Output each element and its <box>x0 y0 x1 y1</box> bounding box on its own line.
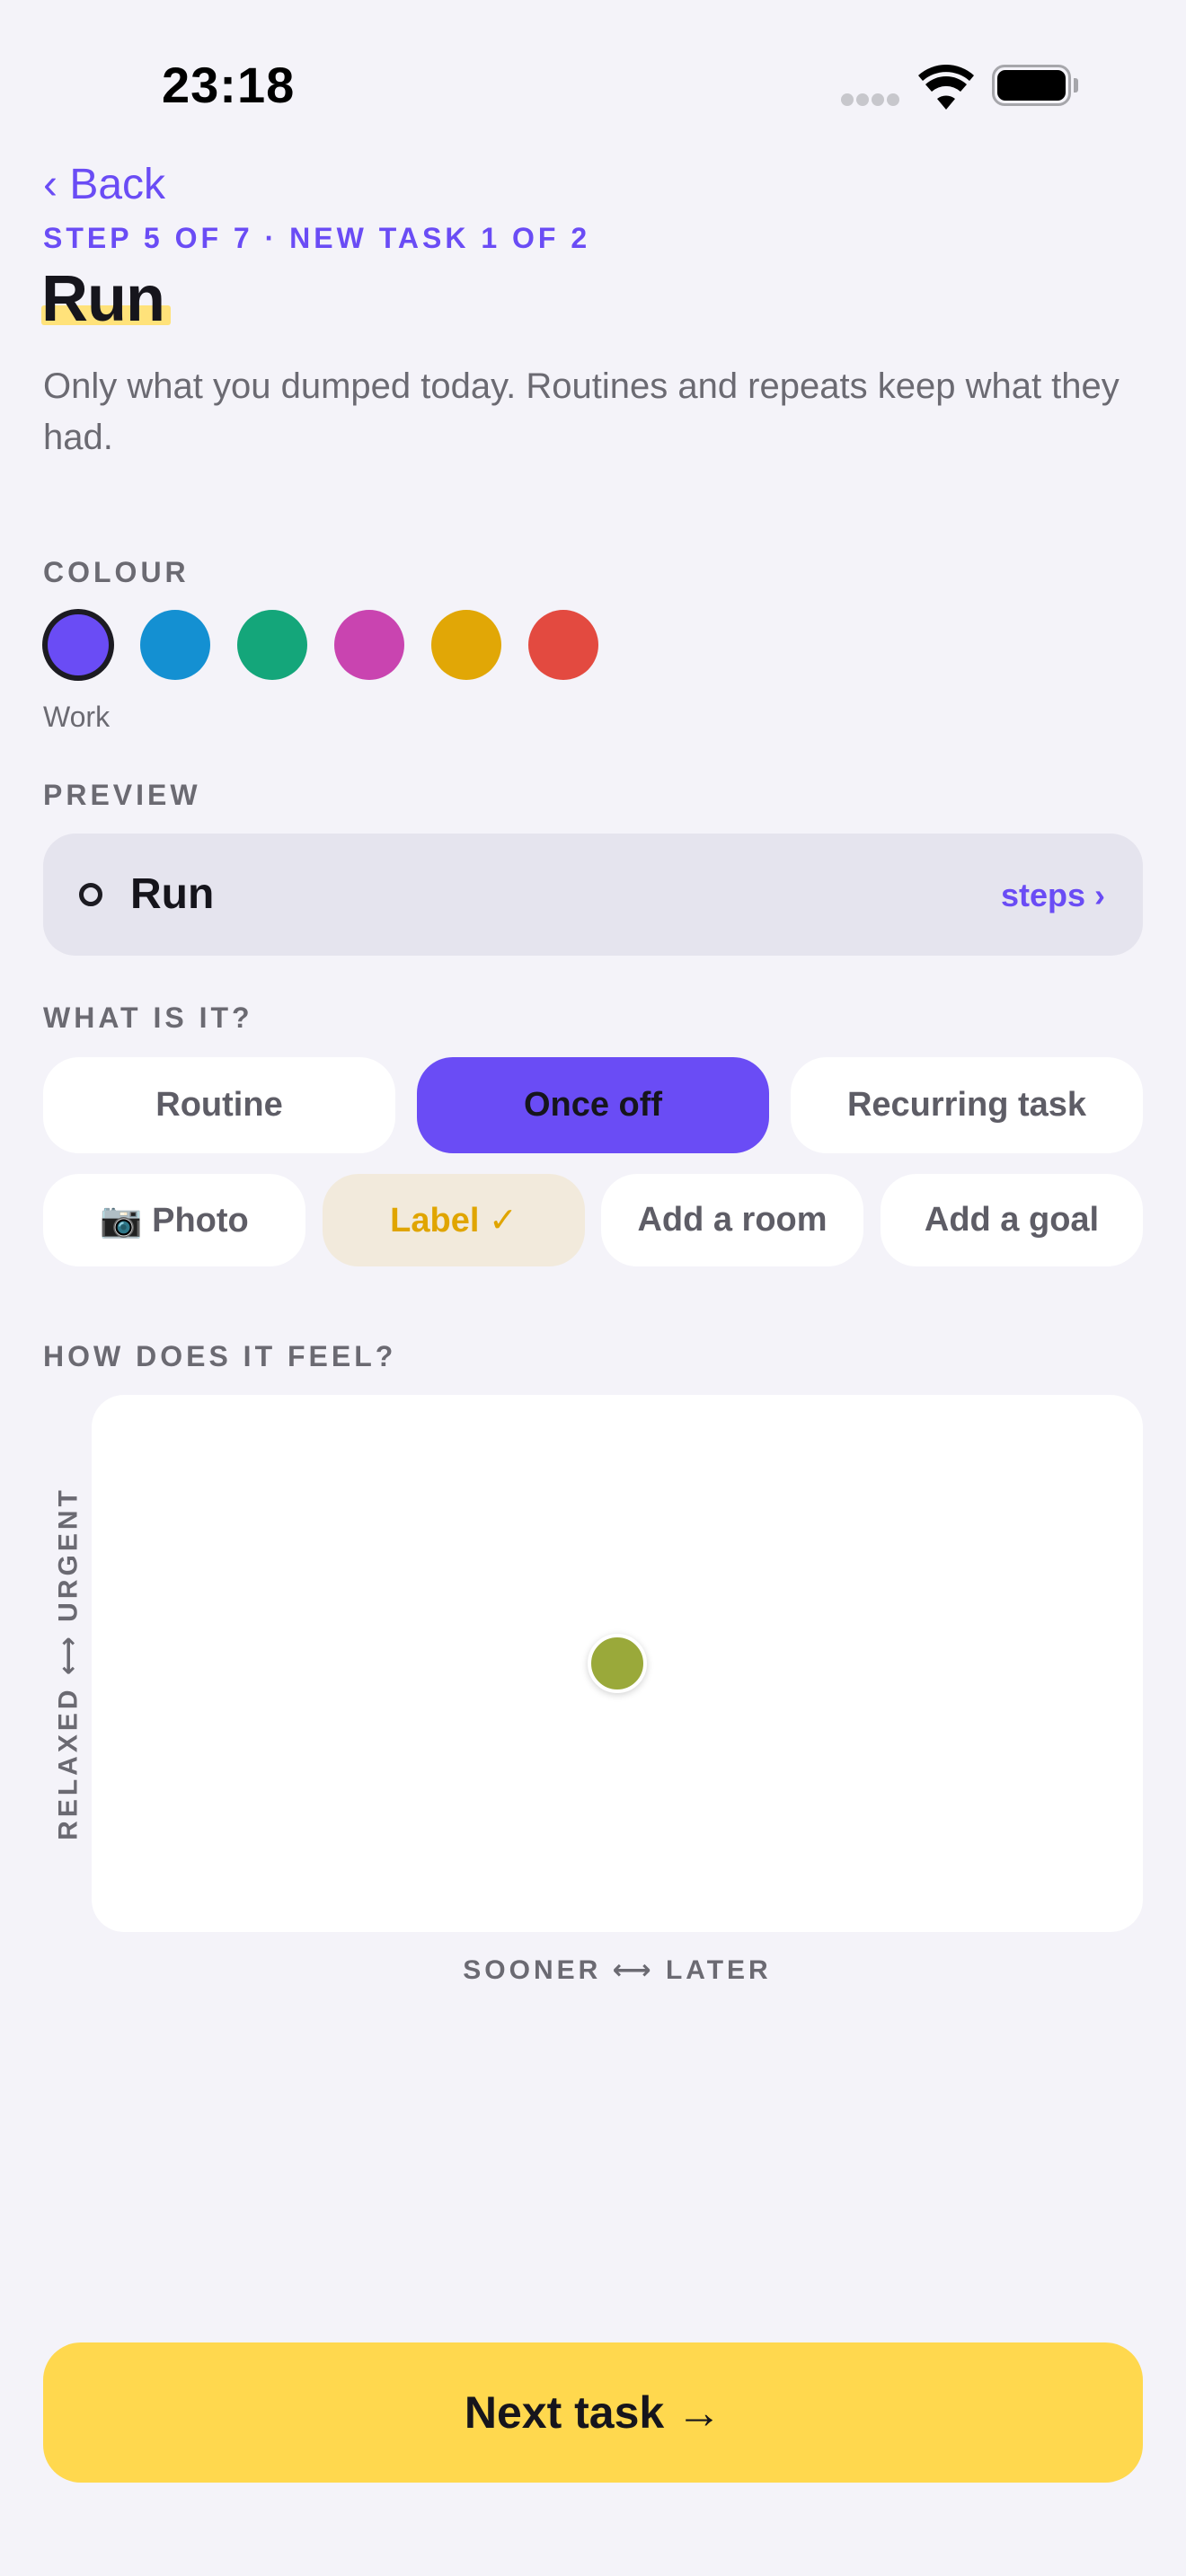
colour-swatch-blue[interactable] <box>140 610 210 680</box>
type-recurring-task-button[interactable]: Recurring task <box>791 1057 1143 1153</box>
feel-x-axis-label: SOONER ⟷ LATER <box>463 1955 772 1985</box>
colour-section-label: COLOUR <box>43 556 190 588</box>
add-room-button[interactable]: Add a room <box>601 1174 863 1266</box>
feel-y-axis-label: RELAXED ⟷ URGENT <box>53 1486 84 1840</box>
page-title-wrap: Run <box>41 262 171 336</box>
selected-colour-name: Work <box>43 701 111 733</box>
preview-section-label: PREVIEW <box>43 779 201 811</box>
page-subtitle: Only what you dumped today. Routines and… <box>43 366 1120 457</box>
label-button[interactable]: Label ✓ <box>323 1174 585 1266</box>
battery-full-icon <box>992 65 1078 106</box>
type-once-off-button[interactable]: Once off <box>417 1057 769 1153</box>
what-is-it-section-label: WHAT IS IT? <box>43 1001 253 1034</box>
page-title: Run <box>41 263 165 335</box>
task-preview-card[interactable]: Run steps › <box>43 834 1143 956</box>
type-routine-button[interactable]: Routine <box>43 1057 395 1153</box>
colour-swatch-purple[interactable] <box>48 614 109 675</box>
status-bar: 23:18 <box>0 0 1186 171</box>
steps-link[interactable]: steps › <box>1001 877 1105 914</box>
wifi-icon <box>918 65 974 110</box>
colour-swatch-amber[interactable] <box>431 610 501 680</box>
status-time: 23:18 <box>162 57 296 113</box>
feel-handle[interactable] <box>588 1634 647 1693</box>
preview-task-title: Run <box>130 870 215 918</box>
feel-section-label: HOW DOES IT FEEL? <box>43 1340 397 1372</box>
colour-swatch-green[interactable] <box>237 610 307 680</box>
step-indicator: STEP 5 OF 7 · NEW TASK 1 OF 2 <box>43 222 591 254</box>
feel-pad[interactable] <box>92 1395 1143 1932</box>
add-photo-button[interactable]: 📷 Photo <box>43 1174 305 1266</box>
next-task-button[interactable]: Next task → <box>43 2342 1143 2483</box>
back-button[interactable]: ‹ Back <box>43 160 165 209</box>
colour-swatch-red[interactable] <box>528 610 598 680</box>
task-checkbox-icon[interactable] <box>79 883 102 906</box>
cellular-signal-icon <box>841 93 900 106</box>
add-goal-button[interactable]: Add a goal <box>881 1174 1143 1266</box>
colour-swatch-magenta[interactable] <box>334 610 404 680</box>
